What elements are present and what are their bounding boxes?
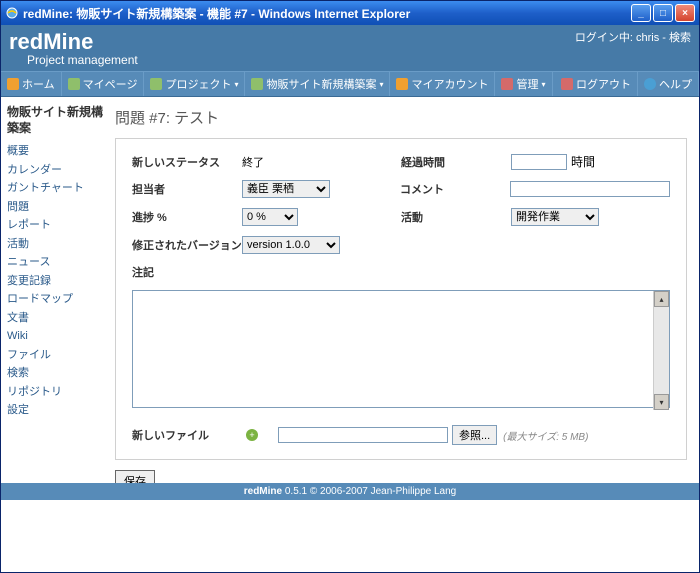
sidebar-item[interactable]: レポート (7, 216, 103, 235)
label-assignee: 担当者 (132, 181, 242, 197)
menu-subproject-label: 物販サイト新規構築案 (266, 76, 376, 92)
menu-admin-label: 管理 (516, 76, 538, 92)
elapsed-input[interactable] (511, 154, 567, 170)
subproject-icon (251, 78, 263, 90)
chevron-down-icon: ▾ (379, 80, 383, 89)
label-fixed-version: 修正されたバージョン (132, 237, 242, 253)
menu-help-label: ヘルプ (659, 76, 692, 92)
sidebar-item[interactable]: 変更記録 (7, 272, 103, 291)
sidebar-item[interactable]: 概要 (7, 142, 103, 161)
app-subtitle: Project management (27, 53, 691, 67)
sidebar-item[interactable]: 検索 (7, 364, 103, 383)
mypage-icon (68, 78, 80, 90)
sidebar-item[interactable]: 活動 (7, 235, 103, 254)
menu-mypage[interactable]: マイページ (62, 72, 145, 96)
activity-select[interactable]: 開発作業 (511, 208, 599, 226)
label-progress: 進捗 % (132, 209, 242, 225)
sidebar-item[interactable]: ファイル (7, 346, 103, 365)
file-input[interactable] (278, 427, 448, 443)
projects-icon (150, 78, 162, 90)
label-activity: 活動 (401, 209, 511, 225)
version-select[interactable]: version 1.0.0 (242, 236, 340, 254)
maxsize-hint: (最大サイズ: 5 MB) (503, 428, 588, 443)
user-info: ログイン中: chris - 検索 (575, 29, 691, 45)
issue-heading: 問題 #7: テスト (115, 107, 687, 128)
menu-home-label: ホーム (22, 76, 55, 92)
menu-myaccount[interactable]: マイアカウント (390, 72, 495, 96)
scroll-up-icon[interactable]: ▴ (654, 291, 669, 307)
issue-form: 新しいステータス 終了 経過時間 時間 担当者 義臣 栗栖 (115, 138, 687, 460)
assignee-select[interactable]: 義臣 栗栖 (242, 180, 330, 198)
menu-subproject[interactable]: 物販サイト新規構築案▾ (245, 72, 390, 96)
menu-help[interactable]: ヘルプ (638, 72, 699, 96)
sidebar-item[interactable]: 設定 (7, 401, 103, 420)
sidebar-item[interactable]: ニュース (7, 253, 103, 272)
main-content: 問題 #7: テスト 新しいステータス 終了 経過時間 時間 (109, 97, 699, 483)
myaccount-icon (396, 78, 408, 90)
menu-mypage-label: マイページ (83, 76, 138, 92)
window-minimize-button[interactable]: _ (631, 4, 651, 22)
menu-projects-label: プロジェクト (165, 76, 231, 92)
main-menu: ホーム マイページ プロジェクト▾ 物販サイト新規構築案▾ マイアカウント 管理… (1, 71, 699, 97)
app-header: ログイン中: chris - 検索 redMine Project manage… (1, 25, 699, 71)
footer-text: 0.5.1 © 2006-2007 Jean-Philippe Lang (282, 486, 456, 497)
notes-textarea[interactable] (132, 290, 670, 408)
sidebar: 物販サイト新規構築案 概要 カレンダー ガントチャート 問題 レポート 活動 ニ… (1, 97, 109, 483)
browse-button[interactable]: 参照... (452, 425, 497, 445)
scrollbar[interactable]: ▴ ▾ (653, 291, 669, 410)
login-prefix: ログイン中: (575, 32, 636, 44)
menu-logout[interactable]: ログアウト (555, 72, 638, 96)
help-icon (644, 78, 656, 90)
window-maximize-button[interactable]: □ (653, 4, 673, 22)
sidebar-item[interactable]: カレンダー (7, 161, 103, 180)
footer: redMine 0.5.1 © 2006-2007 Jean-Philippe … (1, 483, 699, 500)
label-elapsed: 経過時間 (401, 154, 511, 170)
sidebar-item[interactable]: リポジトリ (7, 383, 103, 402)
sidebar-item[interactable]: 問題 (7, 198, 103, 217)
search-link[interactable]: 検索 (669, 32, 691, 44)
bottom-gap (1, 500, 699, 572)
menu-logout-label: ログアウト (576, 76, 631, 92)
label-notes: 注記 (132, 264, 242, 280)
sidebar-title: 物販サイト新規構築案 (7, 105, 103, 136)
label-newfile: 新しいファイル (132, 427, 242, 443)
sidebar-item[interactable]: ロードマップ (7, 290, 103, 309)
home-icon (7, 78, 19, 90)
window-title: redMine: 物販サイト新規構築案 - 機能 #7 - Windows In… (23, 5, 631, 22)
comment-input[interactable] (510, 181, 670, 197)
hours-unit: 時間 (571, 153, 595, 170)
sidebar-item[interactable]: 文書 (7, 309, 103, 328)
chevron-down-icon: ▾ (541, 80, 545, 89)
add-file-icon[interactable]: + (246, 429, 258, 441)
save-button[interactable]: 保存 (115, 470, 155, 483)
admin-icon (501, 78, 513, 90)
menu-admin[interactable]: 管理▾ (495, 72, 552, 96)
sidebar-item[interactable]: ガントチャート (7, 179, 103, 198)
status-value: 終了 (242, 154, 264, 170)
progress-select[interactable]: 0 % (242, 208, 298, 226)
current-user-link[interactable]: chris (636, 32, 659, 44)
window-titlebar: redMine: 物販サイト新規構築案 - 機能 #7 - Windows In… (1, 1, 699, 25)
label-comment: コメント (400, 181, 510, 197)
chevron-down-icon: ▾ (234, 80, 238, 89)
menu-myaccount-label: マイアカウント (411, 76, 488, 92)
scroll-down-icon[interactable]: ▾ (654, 394, 669, 410)
footer-app: redMine (244, 486, 282, 497)
menu-home[interactable]: ホーム (1, 72, 62, 96)
ie-icon (5, 6, 19, 20)
label-status: 新しいステータス (132, 154, 242, 170)
menu-projects[interactable]: プロジェクト▾ (144, 72, 245, 96)
window-close-button[interactable]: × (675, 4, 695, 22)
logout-icon (561, 78, 573, 90)
sidebar-item[interactable]: Wiki (7, 327, 103, 346)
